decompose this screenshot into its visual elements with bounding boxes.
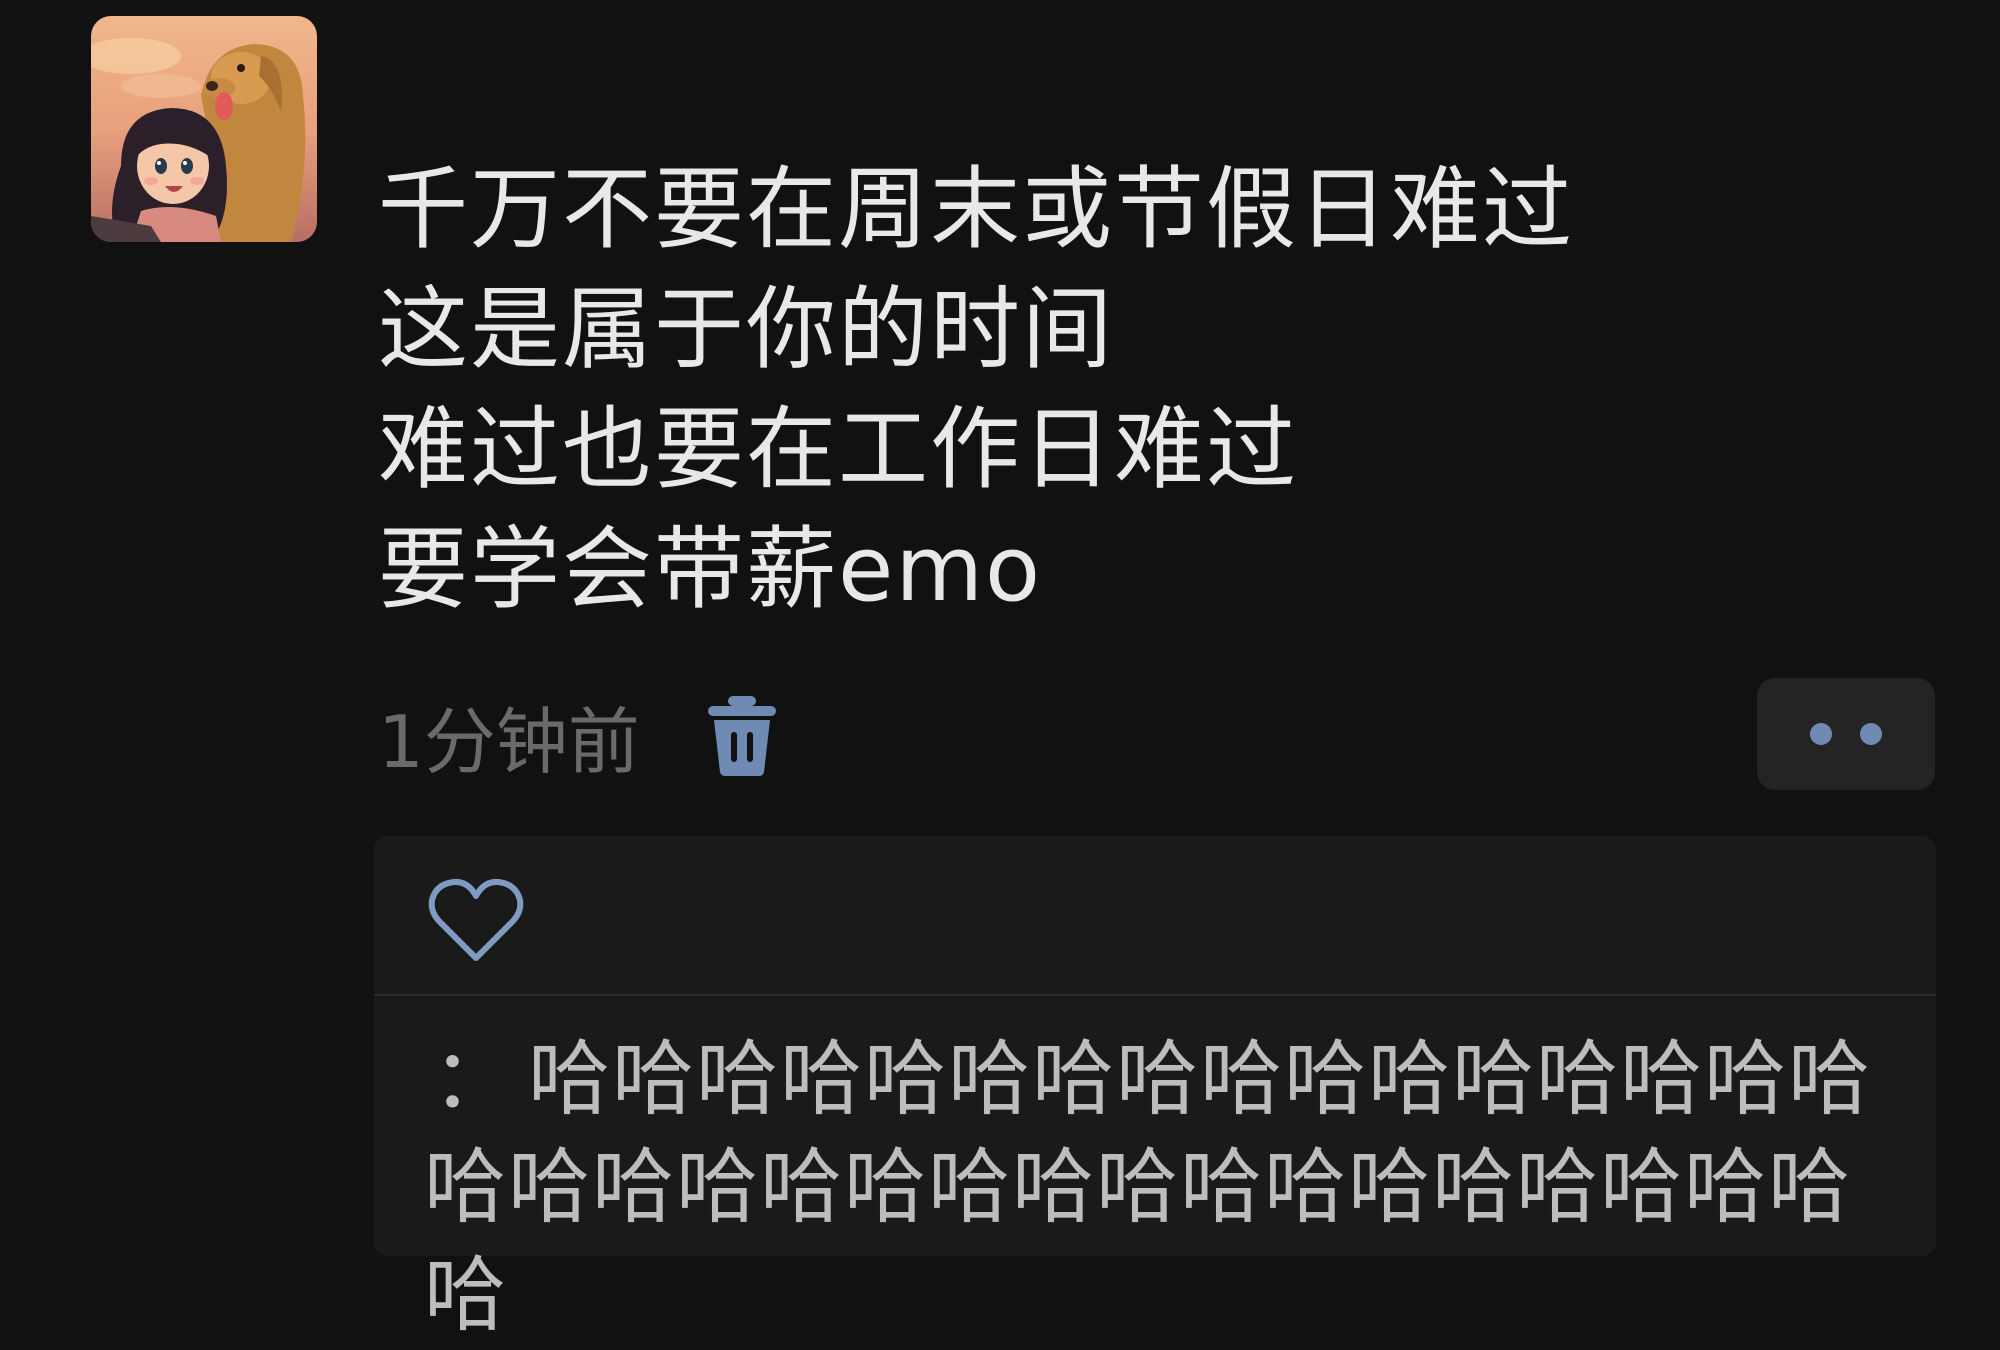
heart-outline-icon: [428, 878, 524, 961]
comment-text: 哈哈哈哈哈哈哈哈哈哈哈哈哈哈哈哈哈哈哈哈哈哈哈哈哈哈哈哈哈哈哈哈哈哈: [424, 1032, 1873, 1343]
post-content: 千万不要在周末或节假日难过 这是属于你的时间 难过也要在工作日难过 要学会带薪e…: [378, 150, 1878, 630]
avatar-image: [91, 16, 317, 242]
post-line: 要学会带薪emo: [378, 517, 1043, 622]
trash-icon: [707, 696, 776, 776]
avatar[interactable]: [91, 16, 317, 242]
post-line: 难过也要在工作日难过: [378, 397, 1298, 502]
post-meta-row: 1分钟前: [378, 690, 778, 784]
more-dots-icon: [1860, 723, 1882, 745]
comment-item[interactable]: ：哈哈哈哈哈哈哈哈哈哈哈哈哈哈哈哈哈哈哈哈哈哈哈哈哈哈哈哈哈哈哈哈哈哈: [424, 1026, 1914, 1350]
more-dots-icon: [1810, 723, 1832, 745]
more-button[interactable]: [1757, 678, 1935, 790]
post-line: 这是属于你的时间: [378, 277, 1114, 382]
comment-separator: ：: [432, 1032, 517, 1127]
delete-button[interactable]: [706, 694, 778, 776]
interaction-panel: ：哈哈哈哈哈哈哈哈哈哈哈哈哈哈哈哈哈哈哈哈哈哈哈哈哈哈哈哈哈哈哈哈哈哈: [374, 836, 1936, 1343]
divider: [374, 994, 1936, 996]
post-line: 千万不要在周末或节假日难过: [378, 157, 1574, 262]
post-timestamp: 1分钟前: [378, 699, 640, 784]
like-button[interactable]: [428, 876, 524, 966]
